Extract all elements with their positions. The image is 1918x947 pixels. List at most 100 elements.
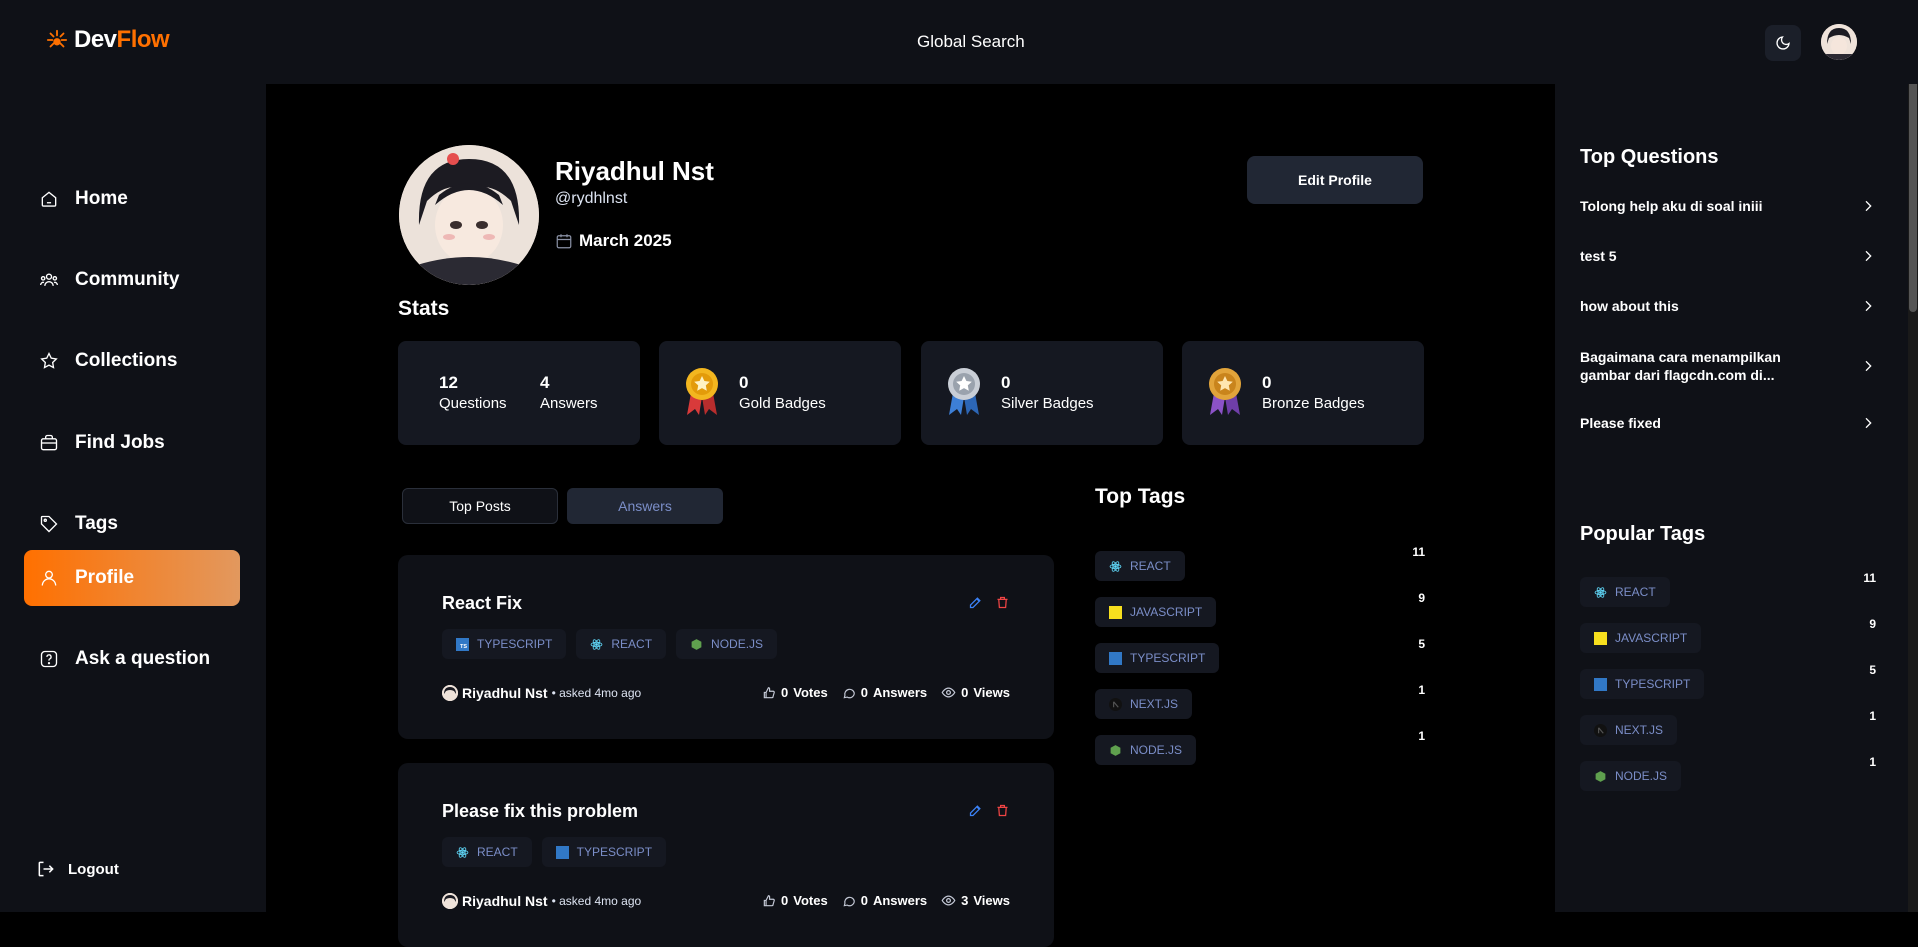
silver-medal-icon [948, 368, 980, 415]
tag-chip[interactable]: react [576, 629, 667, 659]
post-actions [968, 595, 1010, 610]
nav-profile-label: Profile [75, 567, 135, 588]
nav-profile[interactable]: Profile [24, 550, 240, 606]
delete-icon[interactable] [995, 803, 1010, 818]
tag-count: 1 [1418, 729, 1425, 743]
popular-tag-row[interactable]: react 11 [1580, 571, 1876, 607]
react-icon [1594, 586, 1607, 598]
user-icon [41, 570, 57, 586]
tag-chip[interactable]: typescript [1095, 643, 1220, 673]
silver-badge-stat: 0 Silver Badges [1001, 373, 1094, 412]
post-author[interactable]: Riyadhul Nst • asked 4mo ago [442, 685, 641, 701]
tag-chip[interactable]: typescript [1580, 669, 1705, 699]
tab-top-posts[interactable]: Top Posts [402, 488, 558, 524]
tag-chip[interactable]: javascript [1095, 597, 1217, 627]
nav-community-label: Community [75, 269, 180, 290]
popular-tag-row[interactable]: next.js 1 [1580, 709, 1876, 745]
tag-chip[interactable]: next.js [1095, 689, 1193, 719]
answers-count: 0 [860, 685, 868, 700]
popular-tag-row[interactable]: javascript 9 [1580, 617, 1876, 653]
calendar-icon [556, 234, 572, 249]
views-label: Views [973, 893, 1010, 908]
top-tag-row[interactable]: node.js 1 [1095, 729, 1425, 765]
tag-chip[interactable]: node.js [1580, 761, 1682, 791]
top-question-item[interactable]: test 5 [1580, 247, 1876, 265]
tag-chip[interactable]: react [1580, 577, 1670, 607]
top-question-item[interactable]: Please fixed [1580, 414, 1876, 432]
tab-answers[interactable]: Answers [567, 488, 723, 524]
post-title[interactable]: Please fix this problem [442, 801, 638, 822]
logout-button[interactable]: Logout [36, 859, 119, 879]
tag-chip[interactable]: node.js [676, 629, 778, 659]
answers-label: Answers [872, 893, 928, 908]
nav-ask-question[interactable]: Ask a question [24, 631, 240, 687]
delete-icon[interactable] [995, 595, 1010, 610]
tag-label: typescript [1615, 677, 1691, 691]
edit-icon[interactable] [968, 595, 983, 610]
tag-chip[interactable]: javascript [1580, 623, 1702, 653]
eye-icon [941, 687, 956, 698]
message-icon [843, 688, 855, 698]
tag-count: 9 [1869, 617, 1876, 631]
tag-chip[interactable]: typescript [541, 837, 667, 867]
post-title[interactable]: React Fix [442, 593, 522, 614]
post-tags: react typescript [442, 837, 667, 867]
edit-profile-button[interactable]: Edit Profile [1247, 156, 1423, 204]
nav-ask-question-label: Ask a question [75, 648, 211, 669]
tag-label: next.js [1615, 723, 1664, 737]
tag-chip[interactable]: react [442, 837, 532, 867]
tag-chip[interactable]: TS typescript [442, 629, 567, 659]
tag-chip[interactable]: next.js [1580, 715, 1678, 745]
tag-label: typescript [1130, 651, 1206, 665]
popular-tag-row[interactable]: typescript 5 [1580, 663, 1876, 699]
nextjs-icon [1594, 723, 1607, 737]
silver-badge-label: Silver Badges [1001, 395, 1094, 412]
tag-label: typescript [576, 845, 653, 859]
react-icon [1109, 560, 1122, 572]
tag-chip[interactable]: react [1095, 551, 1185, 581]
user-avatar[interactable] [1821, 24, 1857, 60]
chevron-right-icon [1865, 360, 1872, 372]
top-tag-row[interactable]: javascript 9 [1095, 591, 1425, 627]
nav-tags-label: Tags [75, 513, 118, 534]
bronze-badge-stat: 0 Bronze Badges [1262, 373, 1365, 412]
question-title: test 5 [1580, 248, 1617, 264]
nav-home[interactable]: Home [24, 171, 240, 227]
global-search[interactable]: Global Search [917, 32, 1025, 52]
top-tag-row[interactable]: react 11 [1095, 545, 1425, 581]
theme-toggle-button[interactable] [1765, 25, 1801, 61]
nav-find-jobs[interactable]: Find Jobs [24, 415, 240, 471]
top-tag-row[interactable]: next.js 1 [1095, 683, 1425, 719]
top-question-item[interactable]: how about this [1580, 297, 1876, 315]
nav-community[interactable]: Community [24, 252, 240, 308]
edit-icon[interactable] [968, 803, 983, 818]
tag-label: react [477, 845, 518, 859]
devflow-logo[interactable]: Dev Flow [46, 26, 170, 54]
top-tags-heading: Top Tags [1095, 485, 1186, 508]
tag-label: javascript [1130, 605, 1203, 619]
question-icon [40, 650, 58, 668]
react-icon [591, 638, 603, 650]
tag-label: typescript [477, 637, 553, 651]
post-card[interactable]: Please fix this problem react typescript… [398, 763, 1054, 947]
post-card[interactable]: React Fix TS typescript react node.js Riy… [398, 555, 1054, 739]
tag-label: node.js [711, 637, 764, 651]
nav-collections[interactable]: Collections [24, 333, 240, 389]
nav-tags[interactable]: Tags [24, 496, 240, 552]
popular-tag-row[interactable]: node.js 1 [1580, 755, 1876, 791]
top-question-item[interactable]: Bagaimana cara menampilkan gambar dari f… [1580, 348, 1876, 384]
answers-stat: 0 Answers [842, 893, 927, 908]
profile-username: @rydhlnst [555, 190, 628, 207]
top-tag-row[interactable]: typescript 5 [1095, 637, 1425, 673]
top-question-item[interactable]: Tolong help aku di soal iniii [1580, 197, 1876, 215]
author-name: Riyadhul Nst [462, 893, 548, 909]
typescript-icon [555, 845, 569, 859]
brand-part1: Dev [74, 26, 117, 53]
tag-chip[interactable]: node.js [1095, 735, 1197, 765]
bronze-badge-count: 0 [1262, 373, 1272, 392]
post-author[interactable]: Riyadhul Nst • asked 4mo ago [442, 893, 641, 909]
views-label: Views [973, 685, 1010, 700]
question-title: Tolong help aku di soal iniii [1580, 198, 1763, 214]
chevron-right-icon [1865, 417, 1872, 429]
eye-icon [941, 895, 956, 906]
